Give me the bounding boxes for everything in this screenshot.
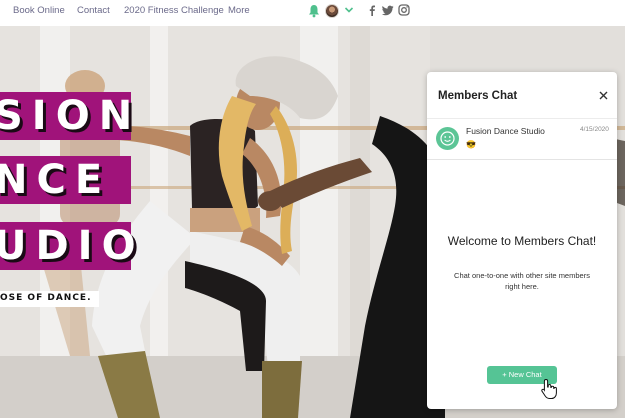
hero-title-line-1: SION <box>0 92 132 140</box>
hero-title-line-3: UDIO <box>0 222 136 270</box>
close-icon[interactable] <box>599 91 608 100</box>
hero-tagline-text: OSE OF DANCE. <box>0 293 92 303</box>
hero-title-line-2: NCE <box>0 156 131 204</box>
welcome-description: Chat one-to-one with other site members … <box>454 271 590 291</box>
nav-item-more[interactable]: More <box>228 5 250 16</box>
members-chat-panel: Members Chat Fusion Dance Studio 4/15/20… <box>427 72 617 409</box>
hero-title-line-2-text: NCE <box>0 157 112 203</box>
instagram-icon[interactable] <box>398 4 410 16</box>
conversation-date: 4/15/2020 <box>580 126 609 133</box>
avatar[interactable] <box>325 4 339 18</box>
nav-item-contact[interactable]: Contact <box>77 5 110 16</box>
conversation-name: Fusion Dance Studio <box>466 126 545 136</box>
welcome-heading: Welcome to Members Chat! <box>447 234 597 248</box>
chevron-down-icon[interactable] <box>344 6 354 14</box>
chat-title: Members Chat <box>438 90 518 102</box>
hand-pointer-icon <box>541 378 557 399</box>
nav-item-book-online[interactable]: Book Online <box>13 5 65 16</box>
hero-title-line-1-text: SION <box>0 93 142 139</box>
bell-icon[interactable] <box>308 4 320 18</box>
hero-tagline: OSE OF DANCE. <box>0 291 99 307</box>
twitter-icon[interactable] <box>382 4 394 16</box>
nav-item-fitness-challenge[interactable]: 2020 Fitness Challenge <box>124 5 224 16</box>
hero-title-line-3-text: UDIO <box>0 223 145 269</box>
facebook-icon[interactable] <box>366 4 378 16</box>
site-header: Book Online Contact 2020 Fitness Challen… <box>0 0 625 26</box>
conversation-item[interactable]: Fusion Dance Studio 4/15/2020 😎 <box>427 118 617 160</box>
conversation-last-message: 😎 <box>466 140 476 149</box>
smiley-avatar-icon <box>436 127 459 150</box>
